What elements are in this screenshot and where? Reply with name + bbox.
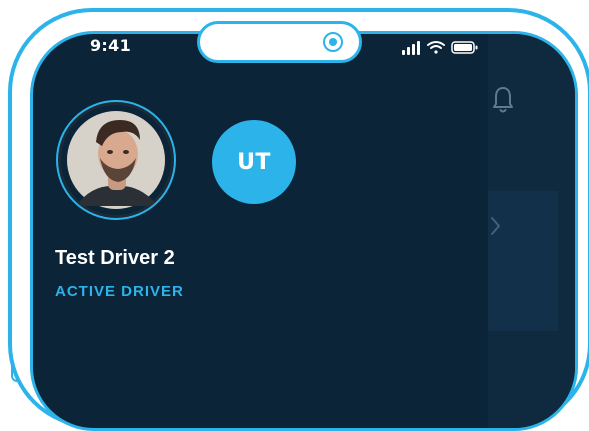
driver-name: Test Driver 2 — [55, 247, 175, 269]
driver-status-badge: ACTIVE DRIVER — [55, 283, 184, 300]
bell-icon[interactable] — [491, 85, 515, 115]
status-time: 9:41 — [90, 36, 131, 55]
battery-icon — [451, 41, 478, 54]
avatar[interactable] — [56, 100, 176, 220]
status-icons — [402, 40, 492, 55]
side-panel-card[interactable] — [488, 191, 558, 331]
chevron-right-icon[interactable] — [489, 215, 503, 237]
camera-icon — [323, 32, 343, 52]
signal-icon — [402, 41, 420, 55]
avatar-initials[interactable]: UT — [212, 120, 296, 204]
wifi-icon — [427, 41, 445, 54]
dynamic-island — [197, 21, 362, 63]
